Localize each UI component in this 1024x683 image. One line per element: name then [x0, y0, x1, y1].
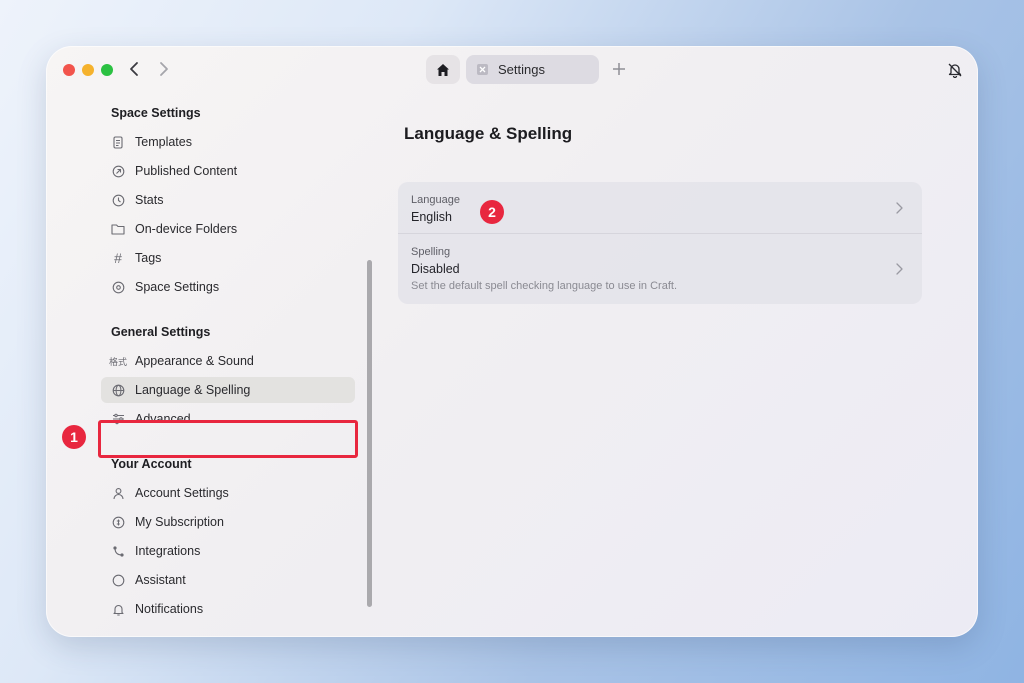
sidebar-item-on-device-folders[interactable]: On-device Folders	[101, 216, 355, 242]
close-window-button[interactable]	[63, 64, 75, 76]
tab-settings[interactable]: Settings	[466, 55, 599, 84]
language-value: English	[411, 210, 452, 224]
language-caption: Language	[411, 194, 460, 206]
sidebar-item-stats[interactable]: Stats	[101, 187, 355, 213]
step-badge-1: 1	[62, 425, 86, 449]
document-icon	[110, 134, 126, 150]
minimize-window-button[interactable]	[82, 64, 94, 76]
hashtag-icon: #	[114, 250, 122, 266]
sidebar-item-my-subscription[interactable]: My Subscription	[101, 509, 355, 535]
section-header-space-settings: Space Settings	[111, 106, 201, 120]
appearance-icon: 格式	[109, 356, 128, 367]
new-tab-button[interactable]	[609, 59, 629, 79]
section-header-general-settings: General Settings	[111, 325, 211, 339]
bell-icon	[110, 601, 126, 617]
notifications-muted-button[interactable]	[944, 59, 966, 81]
back-button[interactable]	[124, 58, 144, 80]
person-icon	[110, 485, 126, 501]
language-row[interactable]: Language English	[398, 182, 922, 234]
chevron-left-icon	[130, 62, 138, 76]
app-window: Settings Space Settings Templates Publis…	[46, 46, 978, 637]
sidebar-item-space-settings[interactable]: Space Settings	[101, 274, 355, 300]
settings-card: Language English Spelling Disabled Set t…	[398, 182, 922, 304]
sidebar-item-label: Account Settings	[135, 486, 229, 500]
sidebar-item-integrations[interactable]: Integrations	[101, 538, 355, 564]
sidebar: Space Settings Templates Published Conte…	[46, 94, 376, 637]
sidebar-item-label: Published Content	[135, 164, 238, 178]
sidebar-item-label: Space Settings	[135, 280, 220, 294]
plus-icon	[613, 63, 625, 75]
step-badge-2: 2	[480, 200, 504, 224]
sidebar-item-label: Notifications	[135, 602, 204, 616]
sidebar-item-label: Assistant	[135, 573, 186, 587]
chevron-right-icon	[894, 201, 904, 215]
sidebar-item-label: Stats	[135, 193, 164, 207]
published-icon	[110, 163, 126, 179]
chevron-right-icon	[894, 262, 904, 276]
spelling-description: Set the default spell checking language …	[411, 280, 678, 292]
folder-icon	[110, 221, 126, 237]
home-icon	[437, 63, 449, 76]
gear-icon	[110, 279, 126, 295]
highlight-box	[98, 420, 358, 458]
sidebar-item-notifications[interactable]: Notifications	[101, 596, 355, 622]
sidebar-item-appearance-sound[interactable]: 格式 Appearance & Sound	[101, 348, 355, 374]
integrations-icon	[110, 543, 126, 559]
sidebar-item-label: Integrations	[135, 544, 201, 558]
page-title: Language & Spelling	[404, 124, 573, 143]
sidebar-item-language-spelling[interactable]: Language & Spelling	[101, 377, 355, 403]
chevron-right-icon	[160, 62, 168, 76]
spelling-value: Disabled	[411, 262, 460, 276]
sidebar-item-published-content[interactable]: Published Content	[101, 158, 355, 184]
sidebar-item-account-settings[interactable]: Account Settings	[101, 480, 355, 506]
globe-icon	[110, 382, 126, 398]
clock-icon	[110, 192, 126, 208]
titlebar: Settings	[46, 46, 978, 94]
sidebar-item-label: Templates	[135, 135, 192, 149]
bell-slash-icon	[948, 63, 962, 78]
spelling-caption: Spelling	[411, 246, 451, 258]
sidebar-item-tags[interactable]: # Tags	[101, 245, 355, 271]
sidebar-item-label: Language & Spelling	[135, 383, 251, 397]
section-header-your-account: Your Account	[111, 457, 192, 471]
tab-label: Settings	[498, 62, 545, 77]
sidebar-item-label: Tags	[135, 251, 162, 265]
sidebar-scrollbar[interactable]	[367, 260, 372, 607]
zoom-window-button[interactable]	[101, 64, 113, 76]
circle-icon	[110, 572, 126, 588]
home-tab[interactable]	[426, 55, 460, 84]
forward-button[interactable]	[154, 58, 174, 80]
subscription-icon	[110, 514, 126, 530]
sidebar-item-assistant[interactable]: Assistant	[101, 567, 355, 593]
close-tab-icon[interactable]	[477, 64, 488, 75]
sidebar-item-templates[interactable]: Templates	[101, 129, 355, 155]
sidebar-item-label: On-device Folders	[135, 222, 238, 236]
sidebar-item-label: My Subscription	[135, 515, 224, 529]
spelling-row[interactable]: Spelling Disabled Set the default spell …	[398, 234, 922, 304]
sidebar-item-label: Appearance & Sound	[135, 354, 254, 368]
